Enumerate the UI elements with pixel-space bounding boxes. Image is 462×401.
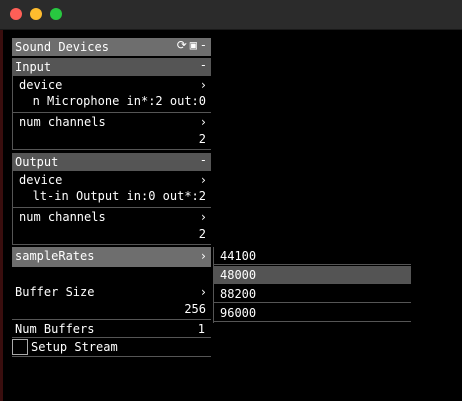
close-window-button[interactable]: [10, 8, 22, 20]
sample-rate-option[interactable]: 44100: [214, 247, 411, 265]
sample-rates-menu: 44100 48000 88200 96000: [213, 247, 412, 323]
chevron-right-icon: ›: [199, 115, 207, 129]
divider: [12, 149, 211, 150]
sample-rate-option-selected[interactable]: 48000: [214, 266, 411, 284]
chevron-right-icon: ›: [199, 249, 207, 263]
output-section-title: Output: [15, 155, 59, 169]
output-device-value: lt-in Output in:0 out*:2: [32, 189, 206, 203]
num-buffers-value: 1: [197, 322, 205, 336]
collapse-panel-button[interactable]: -: [200, 38, 207, 52]
divider: [12, 356, 211, 357]
window-left-edge: [0, 30, 3, 401]
sample-rates-label: sampleRates: [15, 249, 95, 263]
window-titlebar: [0, 0, 462, 30]
collapse-output-button[interactable]: -: [200, 153, 207, 167]
num-buffers-field[interactable]: Num Buffers 1: [12, 320, 211, 338]
input-device-label: device: [19, 78, 63, 92]
chevron-right-icon: ›: [199, 78, 207, 92]
sample-rate-option[interactable]: 88200: [214, 285, 411, 303]
chevron-right-icon: ›: [199, 285, 207, 299]
output-device-dropdown[interactable]: device ›: [12, 171, 211, 189]
refresh-icon[interactable]: ⟳: [177, 38, 187, 52]
divider: [12, 244, 211, 245]
input-num-channels-value: 2: [198, 132, 206, 146]
save-icon[interactable]: ▣: [190, 38, 197, 52]
setup-stream-checkbox[interactable]: [12, 339, 28, 355]
input-device-dropdown[interactable]: device ›: [12, 76, 211, 94]
minimize-window-button[interactable]: [30, 8, 42, 20]
input-num-channels-label: num channels: [19, 115, 106, 129]
input-device-value: n Microphone in*:2 out:0: [32, 94, 206, 108]
output-device-label: device: [19, 173, 63, 187]
chevron-right-icon: ›: [199, 173, 207, 187]
sample-rate-option[interactable]: 96000: [214, 304, 411, 322]
buffer-size-label: Buffer Size: [15, 285, 95, 299]
input-num-channels-dropdown[interactable]: num channels ›: [12, 113, 211, 131]
input-section-header[interactable]: Input -: [12, 58, 211, 76]
num-buffers-label: Num Buffers: [15, 322, 95, 336]
buffer-size-value: 256: [184, 302, 206, 316]
buffer-size-dropdown[interactable]: Buffer Size ›: [12, 283, 211, 301]
output-num-channels-value: 2: [198, 227, 206, 241]
input-section-title: Input: [15, 60, 52, 74]
output-num-channels-label: num channels: [19, 210, 106, 224]
panel-header[interactable]: Sound Devices ⟳ ▣ -: [12, 38, 211, 56]
zoom-window-button[interactable]: [50, 8, 62, 20]
setup-stream-label: Setup Stream: [31, 340, 118, 354]
sample-rates-dropdown[interactable]: sampleRates ›: [12, 247, 211, 267]
chevron-right-icon: ›: [199, 210, 207, 224]
collapse-input-button[interactable]: -: [200, 58, 207, 72]
panel-title: Sound Devices: [15, 40, 109, 54]
output-section-header[interactable]: Output -: [12, 153, 211, 171]
output-num-channels-dropdown[interactable]: num channels ›: [12, 208, 211, 226]
